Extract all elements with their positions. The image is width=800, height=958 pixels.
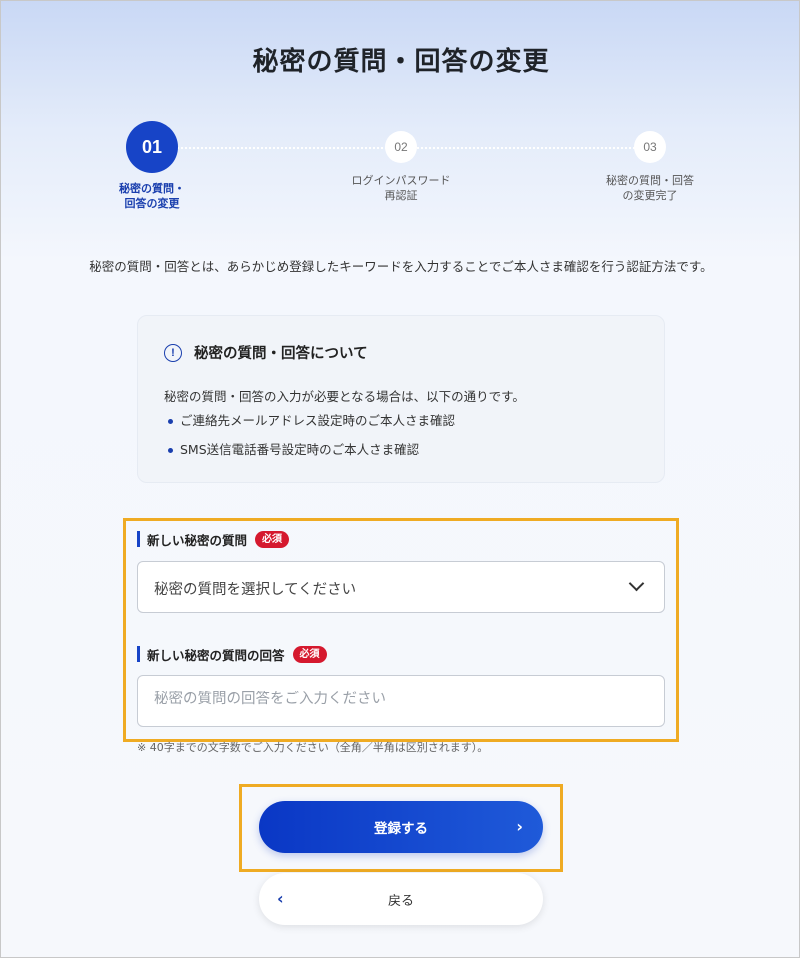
page-title: 秘密の質問・回答の変更	[252, 47, 550, 77]
answer-field[interactable]	[137, 675, 665, 727]
required-badge: 必須	[255, 530, 290, 548]
stepper: 01 秘密の質問・ 回答の変更 02 ログインパスワード 再認証 03 秘密の質…	[1, 121, 799, 221]
list-item: SMS送信電話番号設定時のご本人さま確認	[164, 441, 455, 470]
step-1-label: 秘密の質問・ 回答の変更	[119, 182, 185, 210]
step-1-number: 01	[126, 121, 178, 173]
info-lead: 秘密の質問・回答の入力が必要となる場合は、以下の通りです。	[164, 389, 525, 404]
answer-input[interactable]	[154, 691, 644, 707]
submit-button-label: 登録する	[374, 821, 428, 837]
question-select[interactable]: 秘密の質問を選択してください	[137, 561, 665, 613]
back-button-label: 戻る	[387, 893, 414, 909]
step-3: 03 秘密の質問・回答 の変更完了	[570, 121, 730, 203]
question-select-value: 秘密の質問を選択してください	[154, 582, 357, 598]
step-1: 01 秘密の質問・ 回答の変更	[72, 121, 232, 211]
step-3-label: 秘密の質問・回答 の変更完了	[606, 174, 694, 202]
page: 秘密の質問・回答の変更 01 秘密の質問・ 回答の変更 02 ログインパスワード…	[0, 0, 800, 958]
info-box: ! 秘密の質問・回答について 秘密の質問・回答の入力が必要となる場合は、以下の通…	[137, 315, 665, 483]
step-2: 02 ログインパスワード 再認証	[321, 121, 481, 203]
input-note: ※ 40字までの文字数でご入力ください（全角／半角は区別されます）。	[137, 741, 489, 753]
list-item: ご連絡先メールアドレス設定時のご本人さま確認	[164, 412, 455, 441]
question-label-text: 新しい秘密の質問	[147, 532, 248, 548]
step-2-number: 02	[385, 131, 417, 163]
back-button[interactable]: ‹ 戻る	[259, 873, 543, 925]
step-2-label: ログインパスワード 再認証	[351, 174, 451, 202]
submit-button[interactable]: 登録する ›	[259, 801, 543, 853]
info-header: ! 秘密の質問・回答について	[164, 342, 368, 363]
required-badge: 必須	[292, 645, 327, 663]
answer-label-text: 新しい秘密の質問の回答	[147, 647, 285, 663]
question-field-label: 新しい秘密の質問 必須	[137, 530, 290, 548]
info-title: 秘密の質問・回答について	[194, 346, 368, 362]
info-circle-icon: !	[164, 343, 182, 362]
chevron-right-icon: ›	[516, 817, 523, 836]
step-3-number: 03	[634, 131, 666, 163]
answer-field-label: 新しい秘密の質問の回答 必須	[137, 645, 327, 663]
chevron-down-icon	[628, 575, 645, 592]
intro-text: 秘密の質問・回答とは、あらかじめ登録したキーワードを入力することでご本人さま確認…	[89, 259, 713, 274]
info-list: ご連絡先メールアドレス設定時のご本人さま確認 SMS送信電話番号設定時のご本人さ…	[164, 412, 455, 470]
chevron-left-icon: ‹	[277, 889, 284, 908]
